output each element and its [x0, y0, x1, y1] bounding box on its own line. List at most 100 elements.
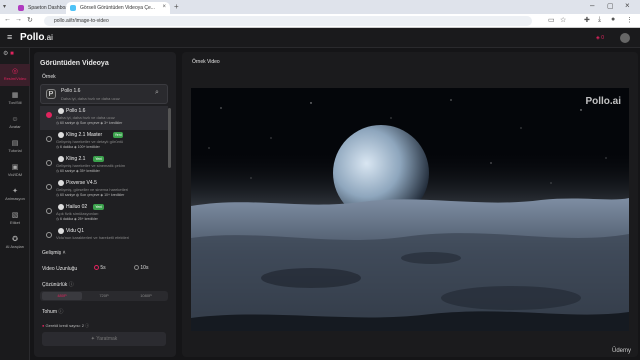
model-name: Hailuo 02 [66, 204, 88, 210]
preview-panel: Örnek Video Pollo.ai [182, 52, 638, 357]
nav-icon: ▧ [11, 212, 19, 219]
site-favicon-icon [70, 5, 76, 11]
model-desc: Gelişmiş hareketler ve detaylı görüntü [56, 139, 124, 144]
cast-icon[interactable]: ▭ [548, 16, 555, 24]
nav-item[interactable]: ☺ Avatar [0, 112, 30, 134]
duration-option-10s[interactable]: 10s [134, 265, 148, 271]
maximize-window-icon[interactable]: ▢ [607, 2, 614, 10]
reload-icon[interactable]: ↻ [27, 16, 33, 24]
model-logo-icon [58, 204, 64, 210]
resolution-480p[interactable]: 480P [42, 292, 82, 300]
nav-item[interactable]: ◎ Resim/Video [0, 64, 30, 86]
browser-tab-2[interactable]: Görseli Görüntüden Videoya Çe... × [66, 2, 170, 14]
forward-icon[interactable]: → [15, 16, 22, 23]
resolution-720p[interactable]: 720P [84, 292, 124, 300]
sparkle-icon: ✦ [90, 336, 95, 342]
nav-item[interactable]: ▤ Tutorial [0, 136, 30, 158]
moon-landscape-image [191, 88, 629, 331]
selected-model-desc: Daha iyi, daha hızlı ve daha ucuz [61, 96, 120, 101]
minimize-window-icon[interactable]: – [590, 1, 594, 10]
new-tab-button[interactable]: + [174, 2, 179, 11]
duration-5s-label: 5s [100, 265, 106, 271]
preview-video[interactable]: Pollo.ai [191, 88, 629, 331]
model-list-scrollbar[interactable] [168, 108, 171, 168]
model-section-label: Örnek [42, 74, 56, 80]
chevron-up-icon: ˄ [62, 250, 66, 256]
radio-icon [46, 136, 52, 142]
model-chips: ◷ 6 dakika ◈ 25+ kredikler [56, 217, 98, 221]
generate-button[interactable]: ✦ Yaratmak [42, 332, 166, 346]
hamburger-menu-icon[interactable]: ≡ [7, 32, 12, 42]
resolution-1080p[interactable]: 1080P [126, 292, 166, 300]
video-camera-icon[interactable]: ■ [10, 51, 14, 57]
generator-panel: Görüntüden Videoya Örnek P Pollo 1.6 Dah… [34, 52, 176, 357]
nav-top-icons: ⚙ ■ [3, 50, 27, 60]
model-chips: ◷ 60 saniye ◍ Son çerçeve ◈ 10+ kredikle… [56, 193, 125, 197]
resolution-label: Çözünürlük ⓘ [42, 281, 74, 288]
browser-toolbar: ← → ↻ pollo.ai/tr/image-to-video ▭ ☆ ✚ ⤓… [0, 14, 640, 28]
radio-icon [46, 232, 52, 238]
preview-label: Örnek Video [192, 59, 220, 65]
nav-item[interactable]: ✦ Animasyon [0, 184, 30, 206]
tab-strip-menu-icon[interactable]: ▾ [3, 3, 11, 11]
credit-icon: ● [42, 323, 45, 328]
nav-label: Ton/Stil [8, 100, 22, 105]
pollo-logo-icon: P [46, 89, 56, 99]
nav-icon: ▦ [11, 92, 19, 99]
model-option[interactable]: Hailuo 02 Yeni Açık fizik simülasyonları ◷ … [40, 202, 168, 226]
nav-item[interactable]: ✪ AI Araçları [0, 232, 30, 254]
user-avatar[interactable] [620, 33, 630, 43]
model-option[interactable]: Pollo 1.6 Daha iyi, daha hızlı ve daha uc… [40, 106, 168, 130]
close-tab-icon[interactable]: × [162, 4, 166, 10]
resolution-label-text: Çözünürlük [42, 282, 68, 288]
profile-icon[interactable]: ● [611, 16, 615, 23]
nav-item[interactable]: ▦ Ton/Stil [0, 88, 30, 110]
model-option[interactable]: Kling 2.1 Yeni Gelişmiş hareketler ve sine… [40, 154, 168, 178]
model-name: Vidu Q1 [66, 228, 84, 234]
nav-label: Avatar [9, 124, 21, 129]
model-desc: Gelişmiş hareketler ve sinematik çekim [56, 163, 126, 168]
nav-item[interactable]: ▧ Etiket [0, 208, 30, 230]
seed-label: Tohum ⓘ [42, 308, 63, 315]
duration-option-5s[interactable]: 5s [94, 265, 106, 271]
close-window-icon[interactable]: × [625, 1, 630, 10]
browser-menu-icon[interactable]: ⋮ [626, 16, 633, 24]
app-logo[interactable]: Pollo.ai [20, 32, 53, 43]
nav-item[interactable]: ▣ Vid/IDM [0, 160, 30, 182]
generate-button-label: Yaratmak [96, 336, 118, 342]
info-icon: ⓘ [85, 323, 90, 328]
panel-title: Görüntüden Videoya [40, 60, 109, 67]
model-desc: Vidu'nun karakterleri ve hareketli efekt… [56, 235, 129, 240]
bookmark-star-icon[interactable]: ☆ [560, 16, 566, 24]
model-name: Pixverse V4.5 [66, 180, 97, 186]
resolution-segment: 480P 720P 1080P [40, 291, 168, 301]
back-icon[interactable]: ← [4, 16, 11, 23]
browser-tab-bar: ▾ Spaeton Dashboard × Görseli Görüntüden… [0, 0, 640, 14]
settings-icon[interactable]: ⚙ [3, 51, 8, 57]
left-nav: ⚙ ■ ◎ Resim/Video ▦ Ton/Stil ☺ Avatar ▤ Tutoria… [0, 48, 30, 360]
address-bar[interactable]: pollo.ai/tr/image-to-video [44, 16, 532, 26]
logo-suffix: .ai [44, 33, 53, 42]
app-header: ≡ Pollo.ai ◈ 0 [0, 28, 640, 48]
nav-label: Tutorial [8, 148, 22, 153]
nav-label: Animasyon [5, 196, 25, 201]
nav-icon: ✪ [12, 236, 18, 243]
nav-icon: ▤ [11, 140, 19, 147]
credits-indicator[interactable]: ◈ 0 [596, 35, 604, 41]
extensions-icon[interactable]: ✚ [584, 16, 590, 24]
model-selector[interactable]: P Pollo 1.6 Daha iyi, daha hızlı ve daha… [40, 84, 168, 104]
nav-icon: ◎ [11, 68, 19, 75]
site-favicon-icon [18, 5, 24, 11]
model-logo-icon [58, 228, 64, 234]
model-option[interactable]: Kling 2.1 Master Yeni Gelişmiş hareketler … [40, 130, 168, 154]
model-chips: ◷ 60 saniye ◍ Son çerçeve ◈ 3+ kredikler [56, 121, 123, 125]
download-icon[interactable]: ⤓ [598, 16, 601, 24]
nav-icon: ▣ [11, 164, 19, 171]
advanced-label: Gelişmiş [42, 250, 62, 256]
search-icon[interactable]: ⌕ [155, 89, 159, 97]
advanced-toggle[interactable]: Gelişmiş ˄ [42, 250, 65, 256]
model-option[interactable]: Vidu Q1 Vidu'nun karakterleri ve hareketl… [40, 226, 168, 250]
new-badge: Yeni [93, 204, 104, 210]
info-icon: ⓘ [68, 282, 74, 288]
model-option[interactable]: Pixverse V4.5 Gelişmiş, görseller ve sine… [40, 178, 168, 202]
